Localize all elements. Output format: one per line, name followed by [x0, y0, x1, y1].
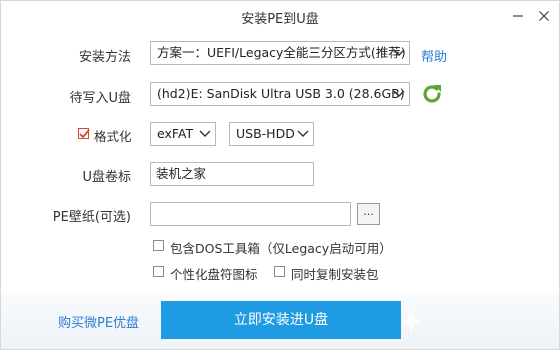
boot-mode-value: USB-HDD: [236, 126, 295, 141]
install-button[interactable]: 立即安装进U盘: [161, 301, 401, 339]
chevron-down-icon: [297, 130, 309, 137]
target-drive-select[interactable]: (hd2)E: SanDisk Ultra USB 3.0 (28.6GB): [150, 82, 410, 106]
chevron-down-icon: [199, 130, 211, 137]
format-checkbox[interactable]: [78, 128, 90, 139]
copy-installer-label: 同时复制安装包: [291, 267, 379, 282]
custom-icon-checkbox[interactable]: [153, 266, 164, 277]
close-button[interactable]: [533, 5, 555, 27]
minimize-icon: [513, 15, 523, 17]
boot-mode-select[interactable]: USB-HDD: [229, 122, 314, 146]
refresh-icon[interactable]: [420, 82, 444, 106]
target-drive-label: 待写入U盘: [69, 91, 131, 106]
filesystem-value: exFAT: [157, 126, 194, 141]
volume-label-label: U盘卷标: [82, 170, 131, 185]
checkmark-icon: [79, 129, 90, 139]
include-dos-checkbox[interactable]: [153, 240, 164, 251]
wallpaper-input[interactable]: [150, 202, 351, 226]
chevron-down-icon: [393, 49, 405, 56]
install-method-label: 安装方法: [78, 50, 131, 65]
format-label: 格式化: [94, 129, 132, 144]
target-drive-value: (hd2)E: SanDisk Ultra USB 3.0 (28.6GB): [157, 86, 405, 101]
filesystem-select[interactable]: exFAT: [150, 122, 216, 146]
install-method-select[interactable]: 方案一：UEFI/Legacy全能三分区方式(推荐): [150, 41, 410, 65]
wallpaper-label: PE壁纸(可选): [52, 210, 131, 225]
minimize-button[interactable]: [507, 5, 529, 27]
browse-button[interactable]: ...: [357, 203, 380, 225]
close-icon: [539, 11, 549, 21]
window-title: 安装PE到U盘: [241, 12, 319, 27]
title-bar: 安装PE到U盘: [1, 1, 559, 31]
volume-label-input[interactable]: 装机之家: [150, 162, 314, 186]
install-method-value: 方案一：UEFI/Legacy全能三分区方式(推荐): [157, 45, 406, 60]
chevron-down-icon: [393, 90, 405, 97]
custom-icon-label: 个性化盘符图标: [170, 267, 258, 282]
copy-installer-checkbox[interactable]: [274, 266, 285, 277]
include-dos-label: 包含DOS工具箱（仅Legacy启动可用）: [170, 241, 392, 256]
buy-usb-link[interactable]: 购买微PE优盘: [58, 312, 139, 331]
sparkle-icon: [401, 307, 421, 335]
help-link[interactable]: 帮助: [421, 46, 447, 65]
installer-window: 安装PE到U盘 安装方法 方案一：UEFI/Legacy全能三分区方式(推荐) …: [0, 0, 560, 350]
